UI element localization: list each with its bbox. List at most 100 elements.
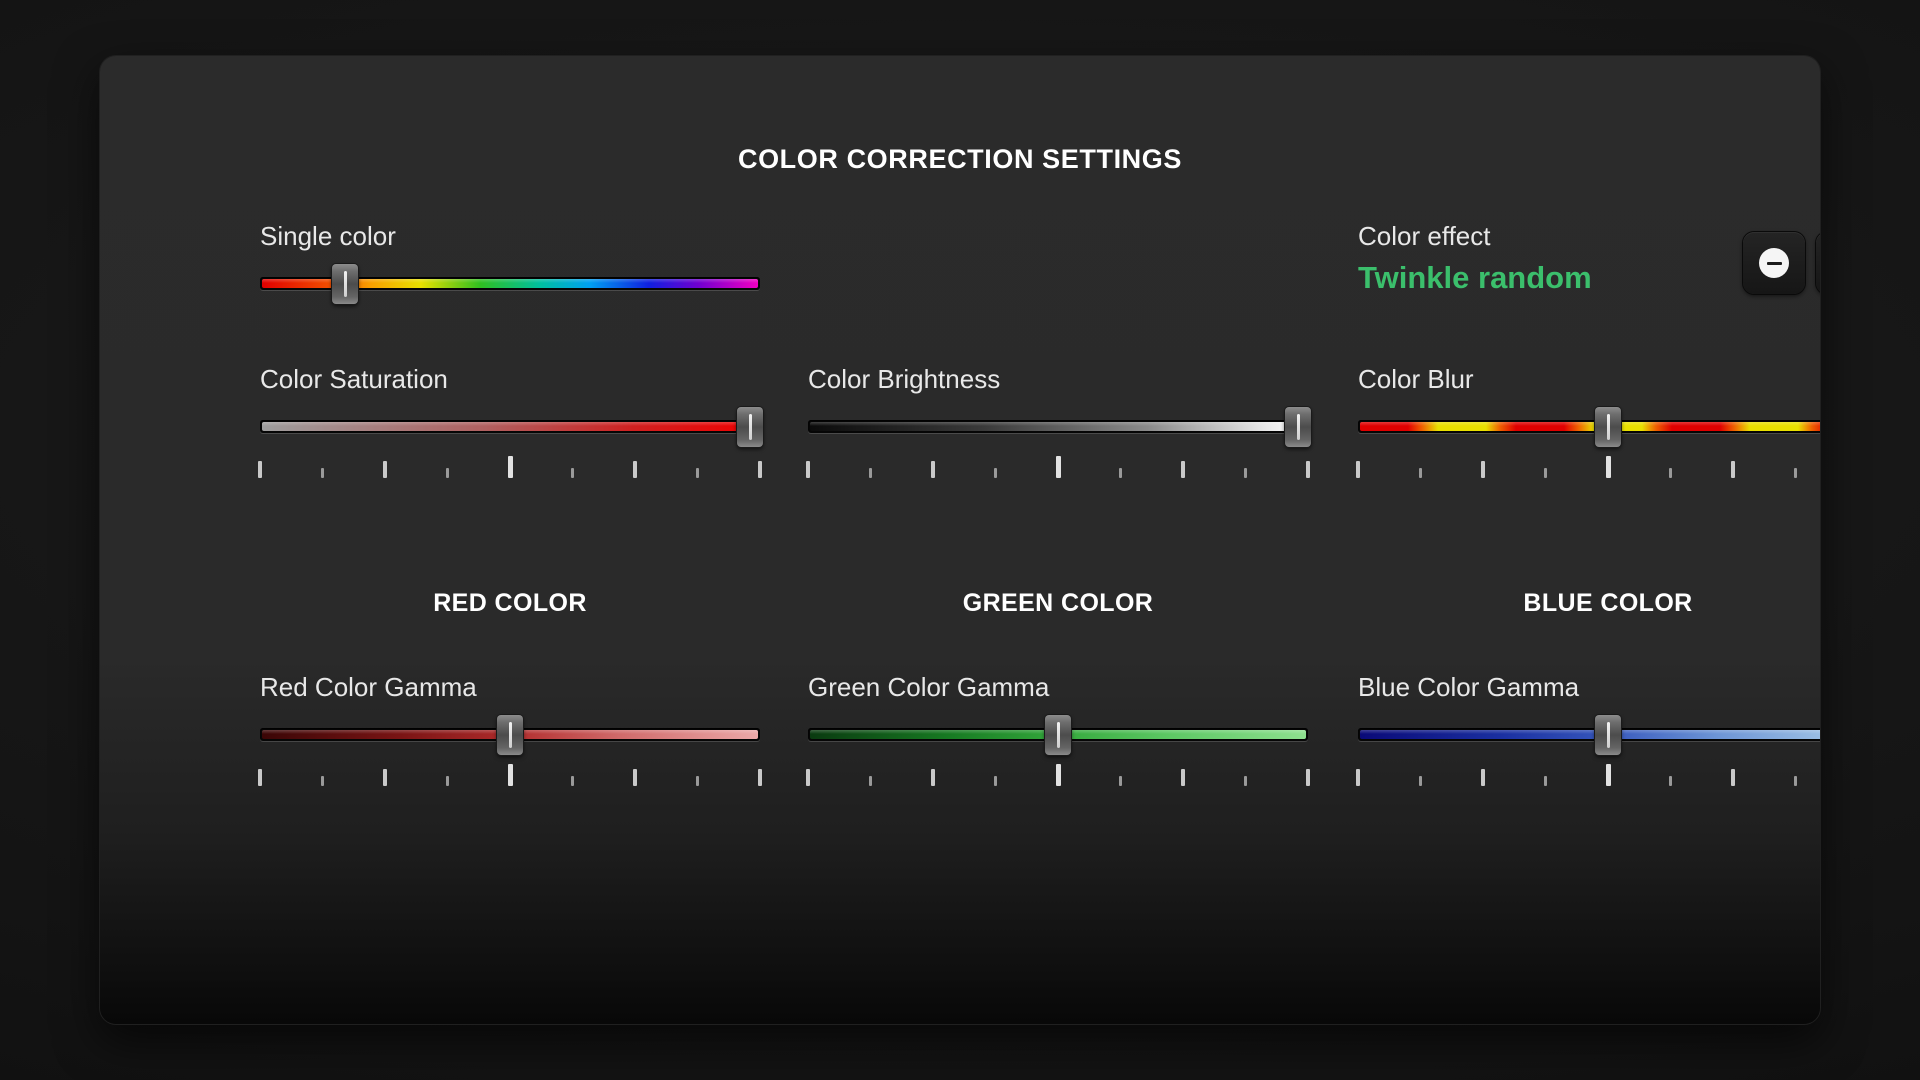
color-brightness-track[interactable]: [808, 420, 1308, 433]
slider-tick: [1669, 468, 1672, 478]
color-saturation-track-fill: [262, 422, 758, 431]
slider-tick: [1669, 776, 1672, 786]
color-brightness-ticks: [806, 454, 1310, 478]
slider-tick: [1731, 769, 1735, 786]
slider-tick: [994, 468, 997, 478]
color-blur-handle[interactable]: [1595, 407, 1621, 447]
red-color-gamma-slider[interactable]: [260, 715, 760, 755]
slider-tick: [507, 764, 513, 786]
slider-tick: [994, 776, 997, 786]
blue-color-gamma-track[interactable]: [1358, 728, 1820, 741]
slider-tick: [1181, 461, 1185, 478]
green-color-gamma-label: Green Color Gamma: [808, 672, 1050, 702]
slider-tick: [1119, 468, 1122, 478]
color-blur-track-fill: [1360, 422, 1820, 431]
slider-tick: [1731, 461, 1735, 478]
color-blur-slider[interactable]: [1358, 407, 1820, 447]
slider-tick: [1544, 468, 1547, 478]
slider-tick: [383, 769, 387, 786]
slider-tick: [1119, 776, 1122, 786]
slider-tick: [507, 456, 513, 478]
slider-tick: [806, 769, 810, 786]
color-blur-block: Color Blur: [1356, 364, 1820, 478]
slider-tick: [931, 769, 935, 786]
slider-tick: [1605, 456, 1611, 478]
slider-tick: [1356, 769, 1360, 786]
section-title-red-color: RED COLOR: [433, 589, 587, 617]
slider-tick: [931, 461, 935, 478]
color-brightness-track-fill: [810, 422, 1306, 431]
slider-tick: [1794, 776, 1797, 786]
slider-tick: [1481, 769, 1485, 786]
slider-tick: [696, 468, 699, 478]
blue-color-gamma-track-fill: [1360, 730, 1820, 739]
blue-color-gamma-slider[interactable]: [1358, 715, 1820, 755]
color-brightness-slider[interactable]: [808, 407, 1311, 447]
slider-tick: [1306, 461, 1310, 478]
slider-tick: [1356, 461, 1360, 478]
page-title: COLOR CORRECTION SETTINGS: [737, 144, 1182, 174]
color-effect-increment-button[interactable]: [1816, 232, 1820, 294]
slider-tick: [446, 468, 449, 478]
slider-tick: [1306, 769, 1310, 786]
slider-tick: [1481, 461, 1485, 478]
slider-tick: [1244, 468, 1247, 478]
red-color-gamma-label: Red Color Gamma: [260, 672, 477, 702]
slider-tick: [758, 461, 762, 478]
red-color-gamma-ticks: [258, 762, 762, 786]
slider-tick: [1055, 456, 1061, 478]
slider-tick: [383, 461, 387, 478]
slider-tick: [1244, 776, 1247, 786]
slider-tick: [869, 468, 872, 478]
color-effect-decrement-button[interactable]: [1743, 232, 1805, 294]
single-color-handle[interactable]: [332, 264, 358, 304]
single-color-slider-block: Single color: [260, 221, 760, 304]
slider-tick: [321, 468, 324, 478]
color-saturation-block: Color Saturation: [258, 364, 763, 478]
slider-tick: [758, 769, 762, 786]
slider-tick: [869, 776, 872, 786]
color-brightness-handle[interactable]: [1285, 407, 1311, 447]
green-color-gamma-handle[interactable]: [1045, 715, 1071, 755]
slider-tick: [1181, 769, 1185, 786]
slider-tick: [1794, 468, 1797, 478]
color-saturation-handle[interactable]: [737, 407, 763, 447]
color-correction-panel: COLOR CORRECTION SETTINGS Single color C…: [100, 56, 1820, 1024]
color-blur-ticks: [1356, 454, 1820, 478]
slider-tick: [258, 461, 262, 478]
slider-tick: [633, 461, 637, 478]
red-color-gamma-handle[interactable]: [497, 715, 523, 755]
color-blur-track[interactable]: [1358, 420, 1820, 433]
color-effect-block: Color effect Twinkle random: [1358, 221, 1820, 311]
green-color-gamma-ticks: [806, 762, 1310, 786]
minus-icon: [1759, 248, 1789, 278]
single-color-slider[interactable]: [260, 264, 760, 304]
slider-tick: [571, 776, 574, 786]
slider-tick: [696, 776, 699, 786]
slider-tick: [446, 776, 449, 786]
section-title-green-color: GREEN COLOR: [962, 589, 1154, 617]
slider-tick: [1605, 764, 1611, 786]
blue-color-gamma-block: Blue Color Gamma: [1356, 672, 1820, 786]
slider-tick: [1544, 776, 1547, 786]
slider-tick: [1419, 468, 1422, 478]
slider-tick: [321, 776, 324, 786]
color-saturation-track[interactable]: [260, 420, 760, 433]
color-saturation-slider[interactable]: [260, 407, 763, 447]
slider-tick: [1055, 764, 1061, 786]
blue-color-gamma-ticks: [1356, 762, 1820, 786]
blue-color-gamma-handle[interactable]: [1595, 715, 1621, 755]
blue-color-gamma-label: Blue Color Gamma: [1358, 672, 1580, 702]
slider-tick: [258, 769, 262, 786]
slider-tick: [1419, 776, 1422, 786]
section-title-blue-color: BLUE COLOR: [1523, 589, 1693, 617]
color-saturation-ticks: [258, 454, 762, 478]
slider-tick: [633, 769, 637, 786]
green-color-gamma-slider[interactable]: [808, 715, 1308, 755]
slider-tick: [571, 468, 574, 478]
green-color-gamma-block: Green Color Gamma: [806, 672, 1310, 786]
single-color-label: Single color: [260, 221, 396, 251]
red-color-gamma-block: Red Color Gamma: [258, 672, 762, 786]
app-root: COLOR CORRECTION SETTINGS Single color C…: [0, 0, 1920, 1080]
color-effect-stepper: [1743, 232, 1820, 294]
